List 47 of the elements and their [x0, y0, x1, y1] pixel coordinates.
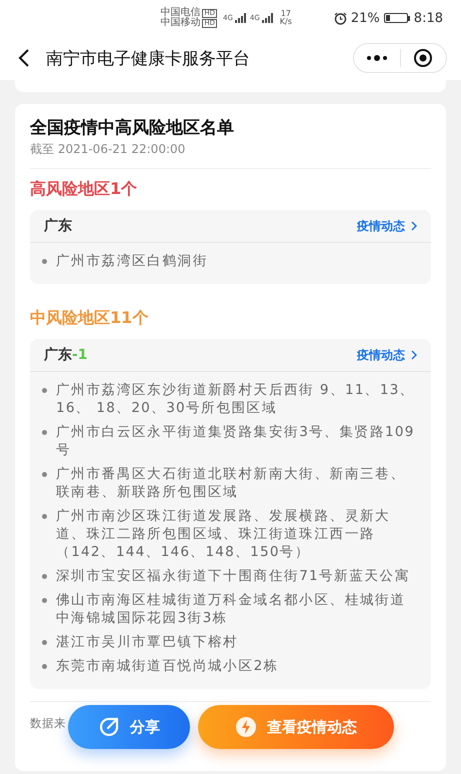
- epidemic-news-link[interactable]: 疫情动态: [357, 346, 417, 364]
- target-icon: [413, 48, 434, 68]
- area-name: 东莞市南城街道百悦尚城小区2栋: [56, 657, 279, 675]
- clock-time: 8:18: [414, 10, 443, 26]
- bullet-icon: [42, 430, 47, 435]
- area-name: 广州市白云区永平街道集贤路集安街3号、集贤路109号: [56, 423, 416, 459]
- area-name: 广州市番禺区大石街道北联村新南大街、新南三巷、联南巷、新联路所包围区域: [56, 465, 407, 501]
- battery-icon: [384, 13, 408, 23]
- signal-icon: [262, 13, 274, 23]
- chevron-icon: [411, 350, 417, 360]
- share-icon: [98, 716, 120, 738]
- bullet-icon: [42, 259, 47, 264]
- province-name: 广东-1: [44, 346, 88, 364]
- chevron-icon: [411, 221, 417, 231]
- data-source-text: 数据来: [30, 716, 66, 730]
- risk-heading: 高风险地区1个: [30, 179, 138, 200]
- bullet-icon: [42, 598, 47, 603]
- carrier-name: 中国电信: [160, 8, 200, 18]
- area-name: 广州市荔湾区东沙街道新爵村天后西街 9、11、13、16、 18、20、30号所包围区域: [56, 381, 416, 417]
- bullet-icon: [42, 664, 47, 669]
- area-name: 湛江市吴川市覃巴镇下榕村: [56, 633, 238, 651]
- speed-unit: K/s: [280, 18, 292, 26]
- area-name: 广州市荔湾区白鹤洞街: [56, 252, 208, 270]
- risk-heading: 中风险地区11个: [30, 308, 150, 329]
- page-title: 南宁市电子健康卡服务平台: [46, 48, 251, 70]
- more-icon: [366, 55, 388, 61]
- bullet-icon: [42, 472, 47, 477]
- card-title: 全国疫情中高风险地区名单: [30, 117, 235, 139]
- alarm-icon: [334, 12, 347, 24]
- share-button[interactable]: 分享: [68, 705, 190, 749]
- bullet-icon: [42, 514, 47, 519]
- battery-percent: 21%: [350, 10, 380, 26]
- lightning-icon: [235, 716, 257, 738]
- area-name: 佛山市南海区桂城街道万科金域名都小区、桂城街道中海锦城国际花园3街3栋: [56, 591, 407, 627]
- area-name: 深圳市宝安区福永街道下十围商住街71号新蓝天公寓: [56, 567, 410, 585]
- speed-value: 17: [280, 10, 291, 18]
- bullet-icon: [42, 640, 47, 645]
- back-icon[interactable]: [18, 48, 30, 68]
- epidemic-news-button[interactable]: 查看疫情动态: [198, 705, 394, 749]
- area-name: 广州市南沙区珠江街道发展路、发展横路、灵新大道、珠江二路所包围区域、珠江街道珠江西一路（142、144、146、148、150号）: [56, 507, 392, 561]
- province-name: 广东: [44, 217, 72, 235]
- update-time: 截至 2021-06-21 22:00:00: [30, 141, 186, 158]
- signal-icon: [234, 13, 247, 23]
- bullet-icon: [42, 574, 47, 579]
- bullet-icon: [42, 388, 47, 393]
- carrier-name: 中国移动: [160, 18, 200, 28]
- epidemic-news-link[interactable]: 疫情动态: [357, 218, 417, 234]
